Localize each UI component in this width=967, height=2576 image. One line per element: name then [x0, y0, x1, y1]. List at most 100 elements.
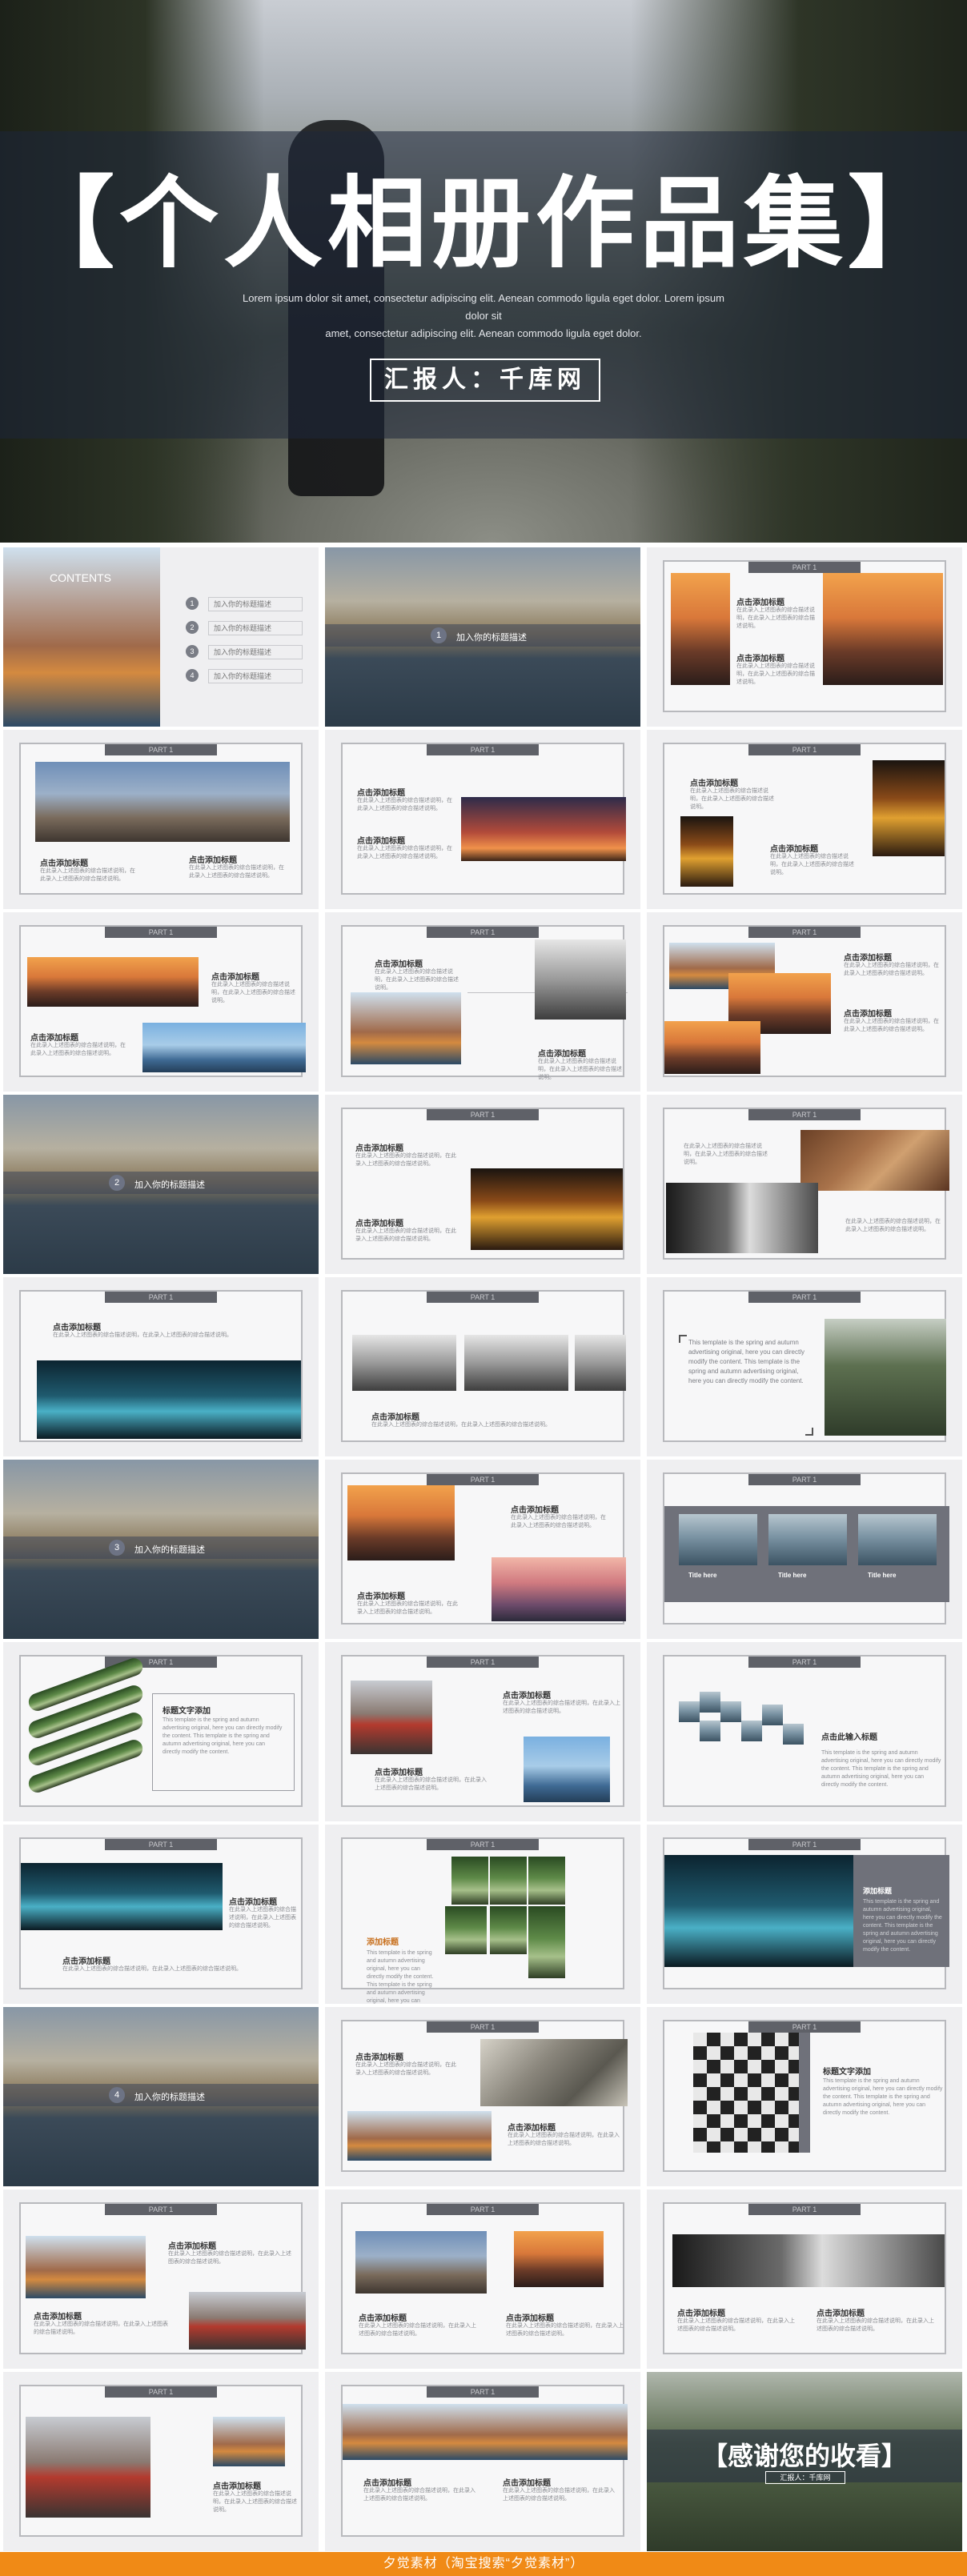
slide-title: 点击添加标题	[375, 1769, 423, 1777]
skyscraper-sunset-photo	[823, 573, 943, 685]
dusk-city-photo	[514, 2231, 604, 2287]
slide-title: 点击添加标题	[213, 2482, 261, 2491]
contents-item-label: 加入你的标题描述	[208, 645, 303, 659]
part-label: PART 1	[105, 2386, 217, 2398]
contents-slide: CONTENTS 1 加入你的标题描述 2 加入你的标题描述 3 加入你的标题描…	[3, 547, 319, 727]
tower-dusk-photo	[664, 1021, 760, 1074]
mosaic-photo-tile	[783, 1724, 804, 1745]
slide-frame: PART 1 点击添加标题 在此录入上述图表的综合描述说明，在此录入上述图表的综…	[341, 743, 626, 895]
part-label: PART 1	[748, 1474, 861, 1485]
slide-frame: PART 1 点击添加标题 在此录入上述图表的综合描述说明，在此录入上述图表的综…	[341, 2385, 628, 2537]
section-number: 1	[431, 627, 447, 643]
contents-item: 2 加入你的标题描述	[186, 621, 303, 645]
mosaic-photo-tile	[679, 1701, 700, 1722]
slide-title: 点击添加标题	[503, 1692, 551, 1701]
content-slide: PART 1 点击添加标题 在此录入上述图表的综合描述说明，在此录入上述图表的综…	[647, 2189, 962, 2369]
slide-body: 在此录入上述图表的综合描述说明，在此录入上述图表的综合描述说明。	[357, 1601, 458, 1615]
section-label: 加入你的标题描述	[456, 633, 527, 643]
slide-body: 在此录入上述图表的综合描述说明，在此录入上述图表的综合描述说明。	[371, 1422, 551, 1428]
slide-body: 在此录入上述图表的综合描述说明，在此录入上述图表的综合描述说明。	[213, 2491, 297, 2513]
slide-frame: PART 1 点击此输入标题 This template is the spri…	[663, 1655, 946, 1807]
part-label: PART 1	[105, 2204, 217, 2215]
part-label: PART 1	[427, 1839, 539, 1850]
section-slide: 4 加入你的标题描述	[3, 2007, 319, 2186]
wood-texture-photo	[800, 1130, 949, 1191]
waterfront-city-photo	[142, 1023, 306, 1072]
thanks-title: 【感谢您的收看】	[701, 2442, 907, 2470]
slide-body: 在此录入上述图表的综合描述说明，在此录入上述图表的综合描述说明。	[363, 2488, 475, 2502]
template-text: This template is the spring and autumn a…	[367, 1950, 434, 2004]
template-text: This template is the spring and autumn a…	[823, 2078, 943, 2116]
slide-title: 点击添加标题	[34, 2313, 82, 2322]
cover-reporter: 汇报人：千库网	[370, 359, 600, 402]
contents-item-label: 加入你的标题描述	[208, 621, 303, 635]
contents-item-label: 加入你的标题描述	[208, 597, 303, 611]
slide-frame: PART 1 点击添加标题 在此录入上述图表的综合描述说明，在此录入上述图表的综…	[663, 743, 946, 895]
slide-body: 在此录入上述图表的综合描述说明，在此录入上述图表的综合描述说明。	[357, 846, 452, 859]
streetlight-dusk-photo	[461, 797, 626, 861]
mosaic-photo-tile	[700, 1721, 720, 1741]
content-slide: PART 1 点击添加标题 在此录入上述图表的综合描述说明，在此录入上述图表的综…	[3, 912, 319, 1092]
slide-body: 在此录入上述图表的综合描述说明，在此录入上述图表的综合描述说明。	[62, 1966, 242, 1972]
cover-title: 【个人相册作品集】	[14, 169, 952, 279]
slide-body: 在此录入上述图表的综合描述说明，在此录入上述图表的综合描述说明。	[770, 854, 854, 875]
slide-frame: PART 1 点击添加标题 在此录入上述图表的综合描述说明，在此录入上述图表的综…	[663, 560, 946, 712]
content-slide: PART 1 添加标题 This template is the spring …	[647, 1825, 962, 2004]
colorful-harbor-photo	[343, 2404, 628, 2460]
contents-item-label: 加入你的标题描述	[208, 669, 303, 683]
album-preview-page: 【个人相册作品集】 Lorem ipsum dolor sit amet, co…	[0, 0, 967, 2576]
text-box: 标题文字添加 This template is the spring and a…	[152, 1693, 295, 1791]
slide-body: 在此录入上述图表的综合描述说明，在此录入上述图表的综合描述说明。	[355, 1153, 456, 1167]
bw-city-photo	[535, 939, 626, 1020]
city-sunset-photo	[347, 1485, 455, 1560]
part-label: PART 1	[427, 1292, 539, 1303]
part-label: PART 1	[748, 744, 861, 755]
slide-frame: PART 1 This template is the spring and a…	[663, 1290, 946, 1442]
slide-title: 点击添加标题	[677, 2310, 725, 2318]
content-slide: PART 1 点击添加标题 在此录入上述图表的综合描述说明，在此录入上述图表的综…	[325, 912, 640, 1092]
slide-title: 点击添加标题	[508, 2124, 556, 2133]
content-slide: PART 1 点击添加标题 在此录入上述图表的综合描述说明，在此录入上述图表的综…	[3, 730, 319, 909]
contents-item-number: 4	[186, 669, 199, 682]
part-label: PART 1	[427, 1474, 539, 1485]
photo-title: Title here	[868, 1572, 897, 1579]
slide-title: 点击添加标题	[736, 599, 784, 607]
plant-photo	[451, 1857, 488, 1905]
contents-heading: CONTENTS	[50, 571, 111, 584]
template-text: This template is the spring and autumn a…	[688, 1339, 804, 1384]
part-label: PART 1	[427, 1109, 539, 1120]
part-label: PART 1	[427, 2386, 539, 2398]
slide-title: 点击添加标题	[844, 1010, 892, 1019]
slide-body: 在此录入上述图表的综合描述说明，在此录入上述图表的综合描述说明。	[30, 1043, 126, 1056]
slide-body: 在此录入上述图表的综合描述说明，在此录入上述图表的综合描述说明。	[690, 788, 774, 810]
slide-title: 点击添加标题	[503, 2479, 551, 2488]
teal-street-photo	[664, 1855, 853, 1967]
content-slide: PART 1 点击添加标题 在此录入上述图表的综合描述说明，在此录入上述图表的综…	[325, 1095, 640, 1274]
slide-title: 点击添加标题	[40, 859, 88, 868]
thanks-slide: 【感谢您的收看】 汇报人：千库网	[647, 2372, 962, 2551]
city-aerial-photo	[480, 2039, 628, 2106]
content-slide: PART 1 点击此输入标题 This template is the spri…	[647, 1642, 962, 1821]
slide-title: 点击添加标题	[506, 2314, 554, 2323]
section-slide: 1 加入你的标题描述	[325, 547, 640, 727]
slide-body: 在此录入上述图表的综合描述说明，在此录入上述图表的综合描述说明。	[375, 969, 459, 991]
city-street-photo	[351, 1681, 432, 1754]
slide-title: 点击添加标题	[355, 1220, 403, 1228]
aerial-bw-photo	[464, 1335, 568, 1391]
content-slide: PART 1 This template is the spring and a…	[647, 1277, 962, 1456]
part-label: PART 1	[105, 927, 217, 938]
city-sunset-photo	[671, 573, 730, 685]
slide-body: 在此录入上述图表的综合描述说明，在此录入上述图表的综合描述说明。	[817, 2318, 934, 2332]
slide-body: 在此录入上述图表的综合描述说明，在此录入上述图表的综合描述说明。	[189, 865, 284, 879]
pink-skyline-photo	[492, 1557, 626, 1621]
slide-body: 在此录入上述图表的综合描述说明，在此录入上述图表的综合描述说明。	[355, 2062, 456, 2076]
contents-item-number: 3	[186, 645, 199, 658]
slide-body: 在此录入上述图表的综合描述说明，在此录入上述图表的综合描述说明。	[506, 2323, 624, 2337]
content-slide: PART 1 Title here Title here Title here	[647, 1460, 962, 1639]
slide-title: 点击添加标题	[355, 2053, 403, 2062]
cover-slide: 【个人相册作品集】 Lorem ipsum dolor sit amet, co…	[0, 0, 967, 543]
slide-body: 在此录入上述图表的综合描述说明，在此录入上述图表的综合描述说明。	[357, 798, 452, 811]
harbor-city-photo	[26, 2236, 146, 2298]
slide-title: 点击添加标题	[690, 779, 738, 788]
contents-item: 3 加入你的标题描述	[186, 645, 303, 669]
